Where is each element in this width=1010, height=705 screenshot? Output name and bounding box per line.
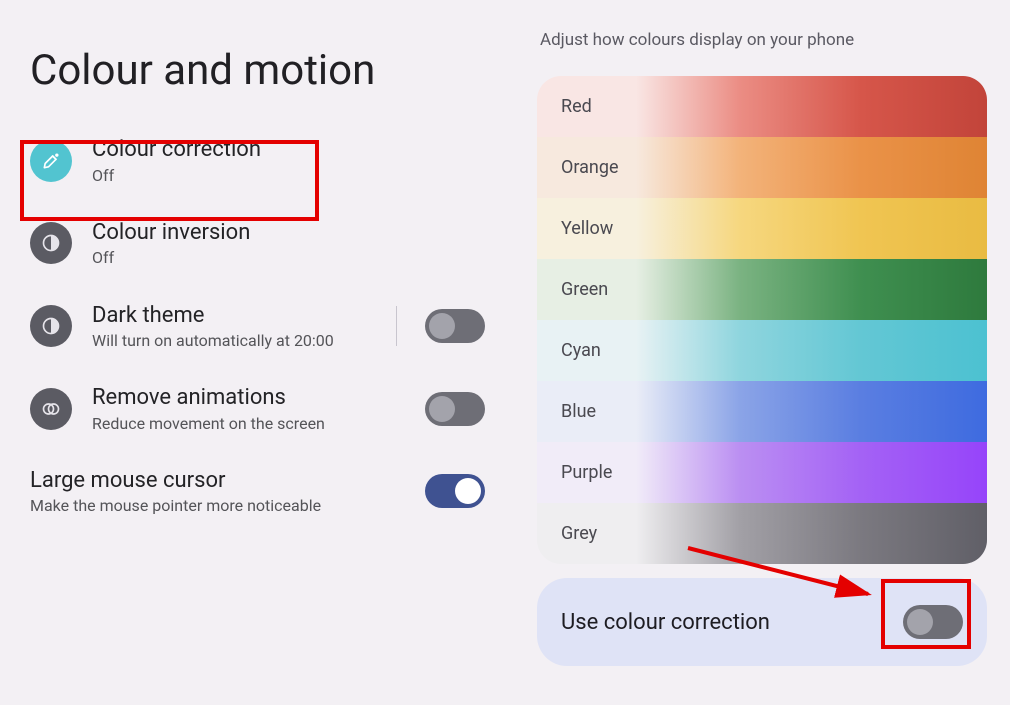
colour-swatch-card: Red Orange Yellow Green Cyan Blue Purple Grey xyxy=(537,76,987,564)
setting-subtitle: Off xyxy=(92,248,473,267)
swatch-red: Red xyxy=(537,76,987,137)
use-colour-correction-label: Use colour correction xyxy=(561,610,903,635)
setting-title: Large mouse cursor xyxy=(30,467,413,495)
setting-text: Colour correction Off xyxy=(92,136,485,185)
eyedropper-icon xyxy=(30,140,72,182)
swatch-label: Blue xyxy=(561,401,596,422)
half-circle-icon xyxy=(30,305,72,347)
setting-text: Dark themeWill turn on automatically at … xyxy=(92,302,396,351)
setting-subtitle: Will turn on automatically at 20:00 xyxy=(92,331,384,350)
setting-row-colour-inversion[interactable]: Colour inversionOff xyxy=(30,219,485,268)
swatch-label: Orange xyxy=(561,157,619,178)
setting-title: Colour inversion xyxy=(92,219,473,247)
setting-text: Large mouse cursorMake the mouse pointer… xyxy=(30,467,425,516)
use-colour-correction-row[interactable]: Use colour correction xyxy=(537,578,987,666)
swatch-label: Green xyxy=(561,279,608,300)
divider xyxy=(396,306,397,346)
swatch-orange: Orange xyxy=(537,137,987,198)
setting-title: Dark theme xyxy=(92,302,384,330)
setting-subtitle: Reduce movement on the screen xyxy=(92,414,413,433)
toggle-dark-theme[interactable] xyxy=(425,309,485,343)
setting-row-remove-animations[interactable]: Remove animations Reduce movement on the … xyxy=(30,384,485,433)
setting-row-dark-theme[interactable]: Dark themeWill turn on automatically at … xyxy=(30,302,485,351)
setting-text: Colour inversionOff xyxy=(92,219,485,268)
swatch-cyan: Cyan xyxy=(537,320,987,381)
settings-list: Colour correctionOffColour inversionOffD… xyxy=(30,136,485,515)
swatch-label: Cyan xyxy=(561,340,601,361)
setting-row-colour-correction[interactable]: Colour correction Off xyxy=(30,136,485,185)
double-circle-icon xyxy=(30,388,72,430)
setting-row-large-mouse-cursor[interactable]: Large mouse cursorMake the mouse pointer… xyxy=(30,467,485,516)
swatch-label: Purple xyxy=(561,462,612,483)
toggle-remove-animations[interactable] xyxy=(425,392,485,426)
setting-subtitle: Off xyxy=(92,166,473,185)
swatch-label: Yellow xyxy=(561,218,613,239)
toggle-large-mouse-cursor[interactable] xyxy=(425,474,485,508)
setting-text: Remove animations Reduce movement on the … xyxy=(92,384,425,433)
left-pane: Colour and motion Colour correctionOffCo… xyxy=(0,0,505,705)
setting-title: Remove animations xyxy=(92,384,413,412)
swatch-green: Green xyxy=(537,259,987,320)
swatch-purple: Purple xyxy=(537,442,987,503)
right-caption: Adjust how colours display on your phone xyxy=(540,30,1010,50)
half-circle-icon xyxy=(30,222,72,264)
swatch-blue: Blue xyxy=(537,381,987,442)
use-colour-correction-toggle[interactable] xyxy=(903,605,963,639)
page-title: Colour and motion xyxy=(30,48,485,94)
swatch-grey: Grey xyxy=(537,503,987,564)
swatch-label: Red xyxy=(561,96,592,117)
setting-subtitle: Make the mouse pointer more noticeable xyxy=(30,496,413,515)
swatch-label: Grey xyxy=(561,523,597,544)
right-pane: Adjust how colours display on your phone… xyxy=(520,0,1010,705)
setting-title: Colour correction xyxy=(92,136,473,164)
swatch-yellow: Yellow xyxy=(537,198,987,259)
